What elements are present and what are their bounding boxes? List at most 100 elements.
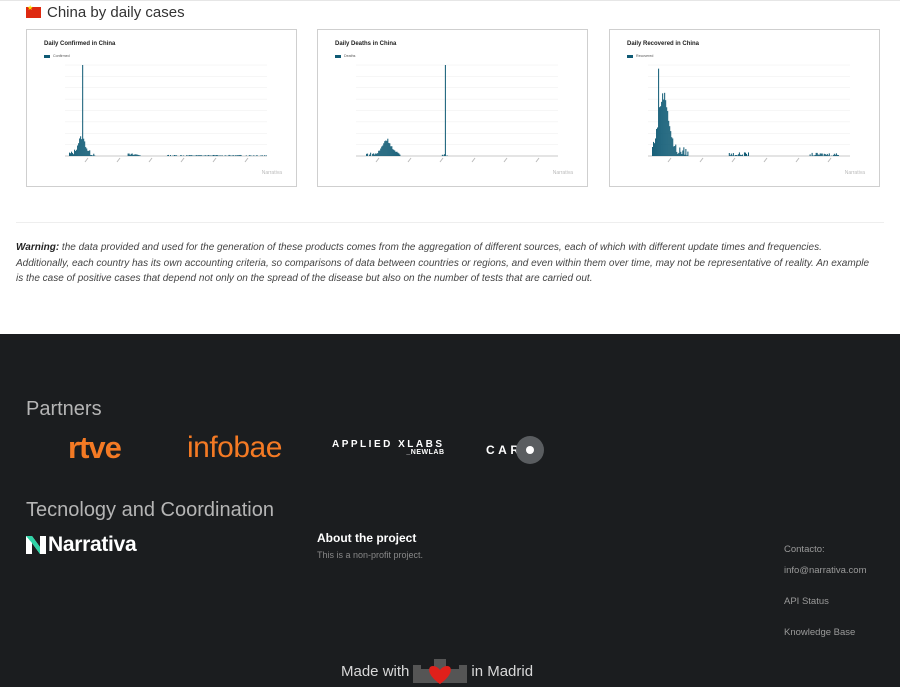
bar (175, 155, 177, 156)
bar (678, 152, 680, 156)
bar (377, 153, 379, 156)
made-with-text: Made with (341, 662, 410, 680)
bar (735, 155, 737, 156)
bar (83, 138, 85, 156)
contact-email-link[interactable]: info@narrativa.com (784, 565, 867, 576)
bar (76, 149, 78, 156)
bar (176, 155, 178, 156)
chart-card-deaths[interactable]: Daily Deaths in China Deaths Narrativa (317, 29, 588, 187)
bar (90, 154, 92, 156)
bar (740, 155, 742, 156)
bar (672, 138, 674, 156)
x-tick-label (375, 157, 380, 163)
bar (255, 155, 257, 156)
bar (739, 154, 741, 156)
bar (386, 140, 388, 156)
bar (217, 155, 219, 156)
bar (132, 154, 134, 156)
bar (687, 151, 689, 156)
bar (232, 154, 234, 156)
bar (237, 155, 239, 156)
bar (240, 155, 242, 156)
chart-legend: Deaths (335, 54, 355, 58)
bar (669, 126, 671, 156)
bar (745, 153, 747, 156)
legend-swatch (627, 54, 633, 58)
china-flag-icon (26, 4, 41, 18)
bar (137, 154, 139, 156)
chart-legend: Confirmed (44, 54, 70, 58)
bar (809, 154, 811, 156)
bar (729, 155, 731, 156)
bar (819, 153, 821, 156)
narrativa-logo[interactable]: Narrativa (26, 533, 137, 557)
newlab-wordmark: _NEWLAB (406, 449, 445, 456)
bar (658, 68, 660, 156)
narrativa-mark-icon (26, 536, 46, 554)
made-with-credit: Made with in Madrid (341, 657, 533, 685)
bar (86, 148, 88, 156)
narrativa-wordmark: Narrativa (48, 533, 137, 556)
bar (72, 152, 74, 156)
bar (667, 111, 669, 156)
x-tick-label (148, 157, 153, 163)
about-project-link[interactable]: About the project (317, 531, 416, 545)
bar (205, 155, 207, 156)
applied-xlabs-logo[interactable]: APPLIED XLABS _NEWLAB (332, 439, 445, 456)
bar (663, 99, 665, 156)
chart-brand: Narrativa (552, 170, 573, 176)
knowledge-base-link[interactable]: Knowledge Base (784, 627, 867, 638)
chart-card-confirmed[interactable]: Daily Confirmed in China Confirmed Narra… (26, 29, 297, 187)
bar (130, 153, 132, 156)
bar (666, 107, 668, 156)
bar (136, 154, 138, 156)
bar (79, 138, 81, 156)
bar (817, 154, 819, 156)
bar (392, 149, 394, 156)
bar (249, 155, 251, 156)
bar (396, 151, 398, 156)
bar (659, 107, 661, 156)
carto-logo[interactable]: CART (486, 436, 545, 464)
bar (824, 154, 826, 156)
infobae-logo[interactable]: infobae (187, 431, 282, 465)
bar (815, 152, 817, 156)
bar (189, 155, 191, 156)
contact-label: Contacto: (784, 544, 825, 555)
rtve-logo[interactable]: rtve (68, 430, 122, 466)
bar (381, 146, 383, 156)
chart-deaths-plot (356, 64, 558, 163)
chart-brand: Narrativa (844, 170, 865, 176)
x-tick-label (535, 157, 540, 163)
bar (261, 155, 263, 156)
bar (682, 150, 684, 156)
bar (208, 154, 210, 156)
bar (825, 154, 827, 156)
bar (397, 152, 399, 156)
about-project-subtitle: This is a non-profit project. (317, 550, 424, 560)
bar (263, 155, 265, 156)
bar (238, 155, 240, 156)
x-tick-label (407, 157, 412, 163)
api-status-link[interactable]: API Status (784, 596, 867, 607)
bar (736, 155, 738, 156)
bar (816, 152, 818, 156)
bar (376, 153, 378, 156)
bar (71, 151, 73, 156)
bar (677, 153, 679, 156)
bar (92, 155, 94, 156)
site-footer: Partners rtve infobae APPLIED XLABS _NEW… (0, 334, 900, 687)
x-tick-label (763, 157, 768, 163)
bar (75, 150, 77, 156)
bar (388, 142, 390, 156)
bar (73, 154, 75, 156)
bar (662, 93, 664, 156)
bar (88, 150, 90, 156)
bar (248, 155, 250, 156)
chart-card-recovered[interactable]: Daily Recovered in China Recovered Narra… (609, 29, 880, 187)
bar (375, 153, 377, 156)
x-tick-label (180, 157, 185, 163)
bar (389, 143, 391, 156)
bar (652, 146, 654, 156)
bar (390, 146, 392, 156)
